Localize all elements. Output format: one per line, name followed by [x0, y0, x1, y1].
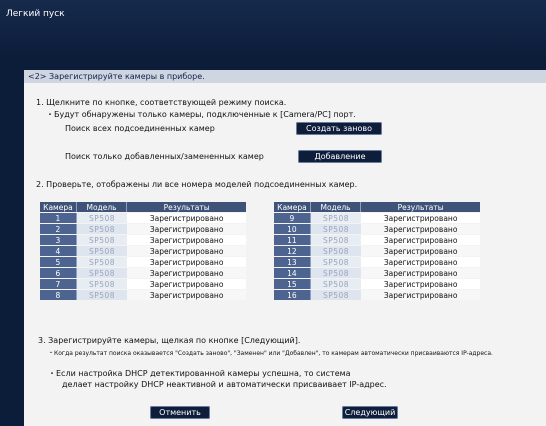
table-row: 7 SP508 Зарегистрировано: [40, 279, 246, 289]
model-cell: SP508: [310, 268, 362, 278]
result-cell: Зарегистрировано: [361, 224, 480, 234]
result-cell: Зарегистрировано: [127, 246, 246, 256]
step3-heading: 3. Зарегистрируйте камеры, щелкая по кно…: [38, 336, 301, 345]
model-cell: SP508: [76, 257, 128, 267]
model-cell: SP508: [76, 246, 128, 256]
camera-number-cell: 1: [40, 213, 77, 223]
table-row: 6 SP508 Зарегистрировано: [40, 268, 246, 278]
result-cell: Зарегистрировано: [127, 235, 246, 245]
result-cell: Зарегистрировано: [361, 213, 480, 223]
search-all-label: Поиск всех подсоединенных камер: [65, 124, 215, 133]
model-cell: SP508: [310, 279, 362, 289]
table-row: 16 SP508 Зарегистрировано: [274, 290, 480, 300]
result-cell: Зарегистрировано: [127, 257, 246, 267]
model-cell: SP508: [310, 224, 362, 234]
table-row: 8 SP508 Зарегистрировано: [40, 290, 246, 300]
camera-number-cell: 10: [274, 224, 311, 234]
camera-number-cell: 7: [40, 279, 77, 289]
camera-number-cell: 3: [40, 235, 77, 245]
table-row: 3 SP508 Зарегистрировано: [40, 235, 246, 245]
camera-number-cell: 9: [274, 213, 311, 223]
step3-note-dhcp-line1: ・Если настройка DHCP детектированной кам…: [48, 369, 351, 378]
result-cell: Зарегистрировано: [127, 279, 246, 289]
camera-number-cell: 13: [274, 257, 311, 267]
camera-number-cell: 14: [274, 268, 311, 278]
column-header-result: Результаты: [361, 202, 480, 212]
table-row: 4 SP508 Зарегистрировано: [40, 246, 246, 256]
model-cell: SP508: [76, 213, 128, 223]
result-cell: Зарегистрировано: [361, 268, 480, 278]
result-cell: Зарегистрировано: [127, 290, 246, 300]
add-button[interactable]: Добавление: [298, 150, 382, 163]
camera-number-cell: 15: [274, 279, 311, 289]
model-cell: SP508: [76, 279, 128, 289]
step3-note-dhcp-line2: делает настройку DHCP неактивной и автом…: [62, 380, 387, 389]
table-row: 14 SP508 Зарегистрировано: [274, 268, 480, 278]
step3-note-ip: ・Когда результат поиска оказывается "Соз…: [48, 350, 493, 357]
camera-number-cell: 4: [40, 246, 77, 256]
result-cell: Зарегистрировано: [127, 213, 246, 223]
model-cell: SP508: [76, 224, 128, 234]
model-cell: SP508: [310, 290, 362, 300]
column-header-model: Модель: [310, 202, 362, 212]
result-cell: Зарегистрировано: [361, 257, 480, 267]
register-cameras-panel: <2> Зарегистрируйте камеры в приборе. 1.…: [24, 70, 546, 426]
model-cell: SP508: [310, 246, 362, 256]
table-row: 10 SP508 Зарегистрировано: [274, 224, 480, 234]
model-cell: SP508: [310, 235, 362, 245]
result-cell: Зарегистрировано: [127, 268, 246, 278]
table-row: 15 SP508 Зарегистрировано: [274, 279, 480, 289]
camera-number-cell: 6: [40, 268, 77, 278]
window-title: Легкий пуск: [6, 9, 65, 19]
table-row: 12 SP508 Зарегистрировано: [274, 246, 480, 256]
result-cell: Зарегистрировано: [127, 224, 246, 234]
column-header-model: Модель: [76, 202, 128, 212]
result-cell: Зарегистрировано: [361, 235, 480, 245]
column-header-camera: Камера: [274, 202, 311, 212]
step1-note: ・Будут обнаружены только камеры, подключ…: [46, 110, 356, 119]
step1-heading: 1. Щелкните по кнопке, соответствующей р…: [36, 98, 287, 107]
step2-heading: 2. Проверьте, отображены ли все номера м…: [36, 180, 358, 189]
title-bar: Легкий пуск: [0, 0, 546, 58]
camera-number-cell: 11: [274, 235, 311, 245]
model-cell: SP508: [76, 290, 128, 300]
section-header: <2> Зарегистрируйте камеры в приборе.: [24, 70, 546, 83]
camera-table-left: Камера Модель Результаты 1 SP508 Зарегистр…: [40, 201, 246, 301]
result-cell: Зарегистрировано: [361, 279, 480, 289]
table-row: 13 SP508 Зарегистрировано: [274, 257, 480, 267]
camera-number-cell: 8: [40, 290, 77, 300]
model-cell: SP508: [76, 235, 128, 245]
table-row: 5 SP508 Зарегистрировано: [40, 257, 246, 267]
cancel-button[interactable]: Отменить: [150, 406, 210, 419]
create-new-button[interactable]: Создать заново: [296, 122, 382, 135]
model-cell: SP508: [310, 213, 362, 223]
column-header-result: Результаты: [127, 202, 246, 212]
camera-number-cell: 12: [274, 246, 311, 256]
table-row: 9 SP508 Зарегистрировано: [274, 213, 480, 223]
camera-number-cell: 16: [274, 290, 311, 300]
table-row: 11 SP508 Зарегистрировано: [274, 235, 480, 245]
result-cell: Зарегистрировано: [361, 290, 480, 300]
camera-number-cell: 2: [40, 224, 77, 234]
column-header-camera: Камера: [40, 202, 77, 212]
model-cell: SP508: [76, 268, 128, 278]
table-row: 1 SP508 Зарегистрировано: [40, 213, 246, 223]
result-cell: Зарегистрировано: [361, 246, 480, 256]
camera-number-cell: 5: [40, 257, 77, 267]
search-added-label: Поиск только добавленных/замененных каме…: [65, 152, 264, 161]
model-cell: SP508: [310, 257, 362, 267]
next-button[interactable]: Следующий: [342, 406, 398, 419]
table-row: 2 SP508 Зарегистрировано: [40, 224, 246, 234]
camera-table-right: Камера Модель Результаты 9 SP508 Зарегистр…: [274, 201, 480, 301]
